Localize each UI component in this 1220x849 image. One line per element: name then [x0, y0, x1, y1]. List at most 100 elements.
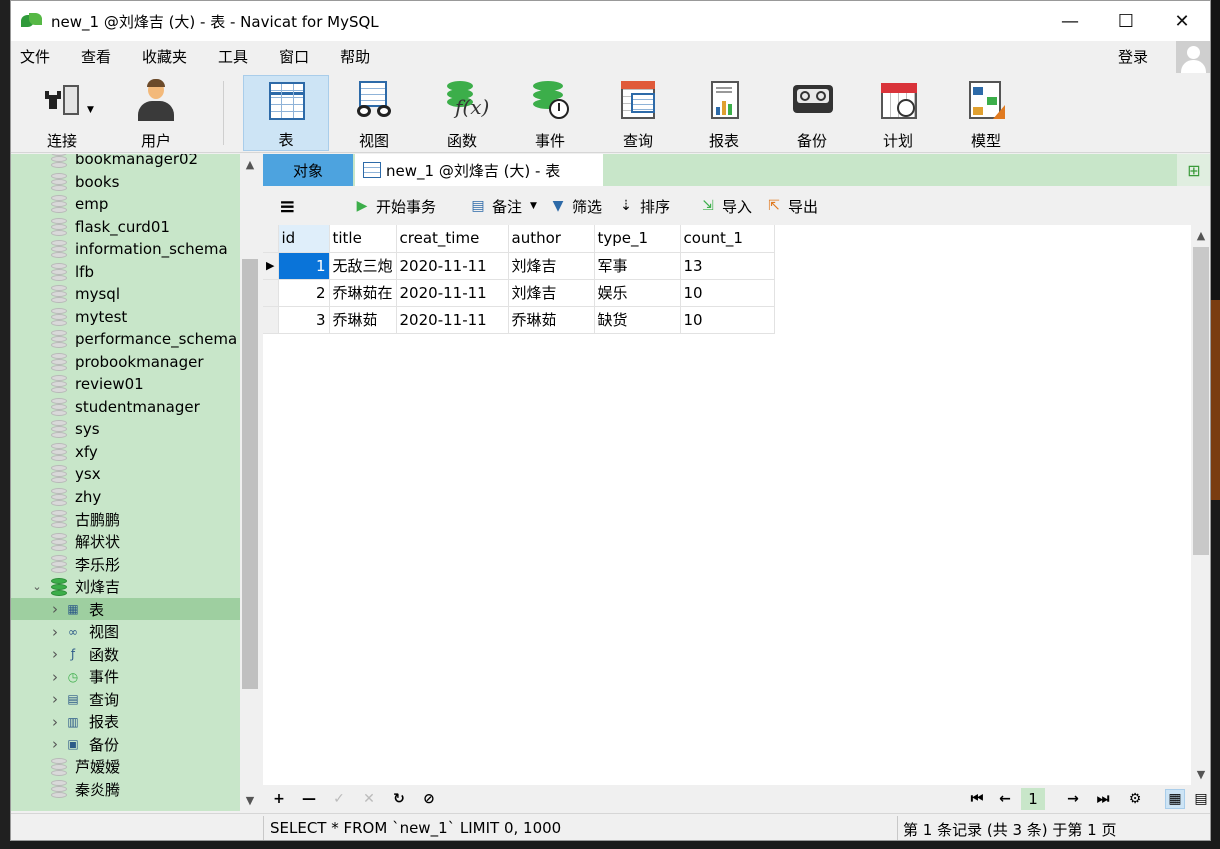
tree-item-database[interactable]: 解状状 [11, 531, 240, 553]
chevron-down-icon[interactable]: ⌄ [29, 580, 45, 593]
tree-item-object-group[interactable]: › ƒ 函数 [11, 643, 240, 665]
sidebar-scrollbar[interactable]: ▲ ▼ [240, 154, 260, 811]
grid-view-button[interactable]: ▦ [1165, 789, 1185, 809]
cell-title[interactable]: 乔琳茹 [329, 306, 397, 334]
tree-item-database[interactable]: review01 [11, 373, 240, 395]
settings-button[interactable]: ⚙ [1125, 789, 1145, 809]
tree-item-database[interactable]: 古鹏鹏 [11, 508, 240, 530]
menu-favorites[interactable]: 收藏夹 [133, 46, 201, 67]
tree-item-database[interactable]: zhy [11, 486, 240, 508]
toolbar-table-button[interactable]: 表 [243, 75, 329, 151]
chevron-right-icon[interactable]: › [47, 668, 63, 686]
chevron-down-icon[interactable]: ▼ [240, 794, 260, 807]
tree-item-database[interactable]: emp [11, 193, 240, 215]
tree-item-object-group[interactable]: › ▥ 报表 [11, 711, 240, 733]
cell-type-1[interactable]: 娱乐 [594, 279, 681, 307]
apply-changes-button[interactable]: ✓ [329, 789, 349, 809]
chevron-right-icon[interactable]: › [47, 600, 63, 618]
toolbar-schedule-button[interactable]: 计划 [855, 75, 941, 151]
sort-button[interactable]: ⇣ 排序 [617, 187, 670, 225]
chevron-right-icon[interactable]: › [47, 690, 63, 708]
toolbar-query-button[interactable]: 查询 [595, 75, 681, 151]
table-row[interactable]: 3 乔琳茹 2020-11-11 乔琳茹 缺货 10 [263, 306, 775, 334]
toolbar-user-button[interactable]: 用户 [113, 75, 199, 151]
tree-item-object-group[interactable]: › ▦ 表 [11, 598, 240, 620]
tree-item-database[interactable]: bookmanager02 [11, 154, 240, 170]
close-button[interactable]: ✕ [1154, 1, 1210, 41]
tree-item-object-group[interactable]: › ▣ 备份 [11, 733, 240, 755]
begin-transaction-button[interactable]: ▶ 开始事务 [353, 187, 436, 225]
toolbar-report-button[interactable]: 报表 [681, 75, 767, 151]
tree-item-database[interactable]: ysx [11, 463, 240, 485]
chevron-down-icon[interactable]: ▼ [1191, 768, 1210, 781]
tree-item-database[interactable]: performance_schema [11, 328, 240, 350]
tree-item-database[interactable]: probookmanager [11, 351, 240, 373]
toolbar-function-button[interactable]: f(x) 函数 [419, 75, 505, 151]
tab-table-new-1[interactable]: new_1 @刘烽吉 (大) - 表 [355, 154, 603, 186]
tree-item-database[interactable]: xfy [11, 441, 240, 463]
import-button[interactable]: ⇲ 导入 [699, 187, 752, 225]
stop-button[interactable]: ⊘ [419, 789, 439, 809]
menu-file[interactable]: 文件 [11, 46, 64, 67]
chevron-right-icon[interactable]: › [47, 623, 63, 641]
menu-help[interactable]: 帮助 [331, 46, 384, 67]
chevron-right-icon[interactable]: › [47, 735, 63, 753]
hamburger-menu-button[interactable]: ≡ [279, 187, 296, 225]
tree-item-object-group[interactable]: › ◷ 事件 [11, 666, 240, 688]
page-number-field[interactable]: 1 [1021, 788, 1045, 810]
cell-type-1[interactable]: 缺货 [594, 306, 681, 334]
grid-scroll-thumb[interactable] [1193, 247, 1209, 555]
cell-title[interactable]: 无敌三炮 [329, 252, 397, 280]
chevron-up-icon[interactable]: ▲ [1191, 229, 1210, 242]
login-link[interactable]: 登录 [1118, 46, 1148, 67]
sidebar-scroll-thumb[interactable] [242, 259, 258, 689]
tree-item-database[interactable]: flask_curd01 [11, 216, 240, 238]
cell-count-1[interactable]: 10 [680, 279, 775, 307]
toolbar-event-button[interactable]: 事件 [507, 75, 593, 151]
cell-id[interactable]: 3 [278, 306, 330, 334]
delete-record-button[interactable]: — [299, 789, 319, 809]
menu-view[interactable]: 查看 [72, 46, 125, 67]
cell-author[interactable]: 刘烽吉 [508, 279, 595, 307]
cell-id[interactable]: 2 [278, 279, 330, 307]
filter-button[interactable]: ▼ 筛选 [549, 187, 602, 225]
note-button[interactable]: ▤ 备注 ▼ [469, 187, 537, 225]
table-row[interactable]: ▶ 1 无敌三炮 2020-11-11 刘烽吉 军事 13 [263, 252, 775, 280]
tree-item-object-group[interactable]: › ▤ 查询 [11, 688, 240, 710]
tab-objects[interactable]: 对象 [263, 154, 353, 186]
tree-item-database[interactable]: studentmanager [11, 396, 240, 418]
maximize-button[interactable]: ☐ [1098, 1, 1154, 41]
tree-item-database[interactable]: 秦炎腾 [11, 778, 240, 800]
add-record-button[interactable]: + [269, 789, 289, 809]
new-tab-icon[interactable]: ⊞ [1177, 154, 1210, 186]
tree-item-database[interactable]: ⌄ 刘烽吉 [11, 576, 240, 598]
tree-item-database[interactable]: mytest [11, 306, 240, 328]
toolbar-backup-button[interactable]: 备份 [769, 75, 855, 151]
cell-creat-time[interactable]: 2020-11-11 [396, 279, 509, 307]
chevron-right-icon[interactable]: › [47, 713, 63, 731]
cell-count-1[interactable]: 10 [680, 306, 775, 334]
toolbar-connection-button[interactable]: ▼ 连接 [19, 75, 105, 151]
cell-id[interactable]: 1 [278, 252, 330, 280]
tree-item-database[interactable]: mysql [11, 283, 240, 305]
tree-item-object-group[interactable]: › ∞ 视图 [11, 621, 240, 643]
cell-type-1[interactable]: 军事 [594, 252, 681, 280]
refresh-button[interactable]: ↻ [389, 789, 409, 809]
form-view-button[interactable]: ▤ [1191, 789, 1210, 809]
cell-creat-time[interactable]: 2020-11-11 [396, 252, 509, 280]
chevron-right-icon[interactable]: › [47, 645, 63, 663]
tree-item-database[interactable]: 李乐彤 [11, 553, 240, 575]
cell-author[interactable]: 乔琳茹 [508, 306, 595, 334]
column-header-type-1[interactable]: type_1 [594, 225, 681, 253]
discard-changes-button[interactable]: ✕ [359, 789, 379, 809]
previous-page-button[interactable]: ← [995, 789, 1015, 809]
first-page-button[interactable]: ⏮ [967, 789, 987, 809]
column-header-author[interactable]: author [508, 225, 595, 253]
toolbar-model-button[interactable]: 模型 [943, 75, 1029, 151]
minimize-button[interactable]: — [1042, 1, 1098, 41]
column-header-count-1[interactable]: count_1 [680, 225, 775, 253]
tree-item-database[interactable]: books [11, 171, 240, 193]
grid-scrollbar[interactable]: ▲ ▼ [1191, 225, 1210, 785]
column-header-creat-time[interactable]: creat_time [396, 225, 509, 253]
cell-title[interactable]: 乔琳茹在 [329, 279, 397, 307]
